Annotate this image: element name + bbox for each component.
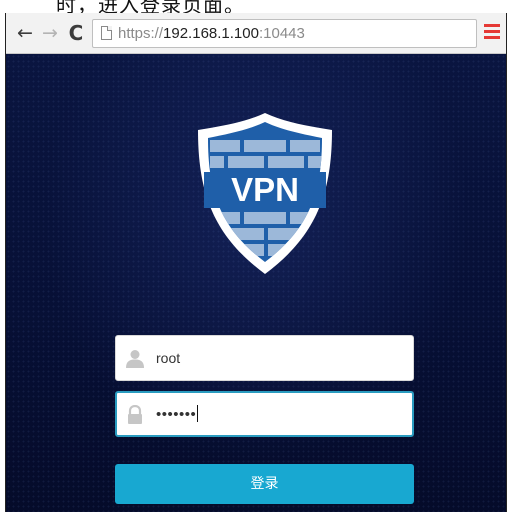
hamburger-menu-icon[interactable] — [484, 24, 500, 40]
vpn-shield-logo: VPN — [198, 113, 332, 274]
login-page: VPN root ••••••• 登录 — [6, 54, 506, 512]
browser-toolbar: ← → C https://192.168.1.100:10443 — [6, 13, 506, 54]
user-icon — [126, 350, 144, 368]
logo-text: VPN — [231, 171, 299, 208]
address-bar[interactable]: https://192.168.1.100:10443 — [92, 19, 477, 48]
password-field[interactable]: ••••••• — [115, 391, 414, 437]
url-port: :10443 — [258, 25, 305, 42]
back-arrow-icon[interactable]: ← — [14, 21, 36, 45]
page-icon — [101, 26, 112, 40]
url-host: 192.168.1.100 — [163, 25, 259, 42]
login-button[interactable]: 登录 — [115, 464, 414, 504]
lock-icon — [128, 405, 142, 424]
username-value: root — [156, 350, 181, 366]
text-caret — [197, 405, 199, 422]
caption-text: 时，进入登录页面。 — [56, 0, 245, 13]
password-value: ••••••• — [156, 405, 199, 423]
username-field[interactable]: root — [115, 335, 414, 381]
address-url: https://192.168.1.100:10443 — [118, 25, 305, 42]
forward-arrow-icon[interactable]: → — [39, 21, 61, 45]
document-caption: 时，进入登录页面。 — [0, 0, 509, 13]
url-scheme: https:// — [118, 25, 164, 42]
browser-window: ← → C https://192.168.1.100:10443 VPN ro… — [5, 13, 507, 512]
reload-icon[interactable]: C — [64, 21, 88, 45]
